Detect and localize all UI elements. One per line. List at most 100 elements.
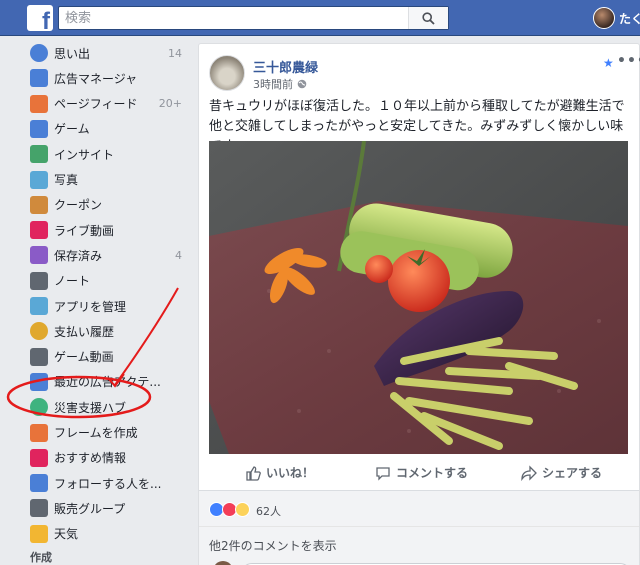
frame-icon	[30, 423, 48, 442]
sidebar-item[interactable]: 写真	[30, 169, 190, 191]
sidebar-item[interactable]: 災害支援ハブ	[30, 396, 190, 418]
reactions-bar[interactable]: 62人	[199, 490, 639, 526]
sidebar-item-label: クーポン	[54, 198, 103, 213]
search-icon	[422, 11, 435, 25]
search-button[interactable]	[408, 7, 448, 29]
view-more-comments-link[interactable]: 他2件のコメントを表示	[209, 537, 337, 554]
photos-icon	[30, 170, 48, 189]
sidebar-item-count: 20+	[158, 97, 182, 111]
sidebar-item[interactable]: 支払い履歴	[30, 320, 190, 342]
sidebar-item-label: アプリを管理	[54, 299, 127, 314]
post-actions: いいね！ コメントする シェアする	[199, 456, 639, 490]
sidebar-item[interactable]: ゲーム動画	[30, 346, 190, 368]
ads-manager-icon	[30, 69, 48, 88]
globe-icon	[297, 79, 307, 89]
live-video-icon	[30, 221, 48, 240]
post-photo[interactable]	[209, 141, 628, 454]
sidebar-item-label: 災害支援ハブ	[54, 400, 127, 415]
reaction-icons	[209, 502, 250, 517]
sidebar-item-label: ページフィード	[54, 97, 138, 112]
news-feed-post: 三十郎農緑 3時間前 ★ ••• 昔キュウリがほぼ復活した。１０年以上前から種取…	[198, 43, 640, 565]
sidebar-item[interactable]: アプリを管理	[30, 295, 190, 317]
sidebar-item[interactable]: クーポン	[30, 194, 190, 216]
sidebar-item[interactable]: ページフィード 20+	[30, 93, 190, 115]
like-label: いいね！	[266, 466, 315, 480]
apps-icon	[30, 297, 48, 315]
more-options-icon[interactable]: •••	[617, 53, 640, 69]
recent-ads-icon	[30, 372, 48, 391]
facebook-logo-icon[interactable]: f	[27, 5, 53, 34]
sidebar-item-label: 天気	[54, 527, 79, 542]
sell-groups-icon	[30, 499, 48, 518]
vegetables-photo	[209, 141, 628, 454]
insights-icon	[30, 145, 48, 164]
top-navigation-bar: f たく	[0, 0, 640, 36]
search-input[interactable]	[59, 7, 409, 29]
sidebar-item-count: 14	[168, 46, 182, 60]
sidebar-item-label: 思い出	[54, 46, 91, 61]
sidebar-item[interactable]: ライブ動画	[30, 219, 190, 241]
sidebar-item[interactable]: 思い出 14	[30, 42, 190, 64]
sidebar-item[interactable]: フレームを作成	[30, 422, 190, 444]
sidebar-item[interactable]: ノート	[30, 270, 190, 292]
sidebar-item-label: 写真	[54, 173, 79, 187]
sidebar-item-label: 広告マネージャ	[54, 71, 138, 86]
pages-feed-icon	[30, 94, 48, 113]
sidebar-item[interactable]: 広告マネージャ	[30, 67, 190, 89]
find-friends-icon	[30, 474, 48, 493]
user-avatar[interactable]	[593, 7, 615, 29]
comment-button[interactable]: コメントする	[375, 464, 468, 481]
reaction-count[interactable]: 62人	[256, 503, 281, 519]
coupons-icon	[30, 195, 48, 214]
search-bar	[58, 6, 449, 30]
game-video-icon	[30, 347, 48, 366]
memories-icon	[30, 44, 48, 62]
share-icon	[521, 464, 537, 481]
sidebar-item[interactable]: フォローする人を...	[30, 472, 190, 494]
sidebar-item-label: 販売グループ	[54, 501, 126, 516]
like-button[interactable]: いいね！	[245, 464, 314, 481]
sidebar-item[interactable]: 最近の広告アクテ...	[30, 371, 190, 393]
sidebar-item-label: ノート	[54, 274, 91, 289]
saved-icon	[30, 246, 48, 265]
star-icon[interactable]: ★	[603, 56, 614, 70]
sidebar-item[interactable]: ゲーム	[30, 118, 190, 140]
games-icon	[30, 119, 48, 138]
sidebar-item-label: フレームを作成	[54, 426, 138, 440]
post-author-avatar[interactable]	[209, 55, 245, 91]
share-button[interactable]: シェアする	[521, 464, 602, 481]
username-link[interactable]: たく	[619, 10, 640, 27]
recommendations-icon	[30, 448, 48, 467]
notes-icon	[30, 271, 48, 290]
sidebar-item[interactable]: インサイト	[30, 143, 190, 165]
sidebar-item-count: 4	[175, 248, 182, 262]
post-author-name[interactable]: 三十郎農緑	[253, 57, 318, 76]
sidebar-item-label: ゲーム動画	[54, 350, 114, 365]
commenter-avatar	[213, 561, 233, 565]
sidebar-item[interactable]: 保存済み 4	[30, 244, 190, 266]
left-sidebar: 作成 思い出 14 広告マネージャ ページフィード 20+ ゲームインサイト写真クーポンラ…	[0, 36, 196, 565]
sidebar-item-label: ライブ動画	[54, 223, 115, 238]
weather-icon	[30, 524, 48, 543]
sidebar-item-label: ゲーム	[54, 122, 90, 137]
comment-label: コメントする	[396, 466, 469, 480]
post-timestamp[interactable]: 3時間前	[253, 76, 307, 92]
sidebar-item-label: 支払い履歴	[54, 324, 115, 339]
thumbs-up-icon	[246, 465, 261, 481]
payment-icon	[30, 322, 48, 341]
sidebar-item[interactable]: 天気	[30, 523, 190, 545]
comments-section: 他2件のコメントを表示	[199, 526, 639, 565]
crisis-response-icon	[30, 398, 48, 417]
section-title-create: 作成	[30, 551, 52, 564]
sidebar-item-label: インサイト	[54, 147, 115, 162]
sidebar-item-label: おすすめ情報	[54, 451, 127, 466]
sidebar-item-label: フォローする人を...	[54, 476, 162, 491]
share-label: シェアする	[542, 466, 603, 480]
sidebar-item[interactable]: 販売グループ	[30, 497, 190, 519]
sidebar-item-label: 保存済み	[54, 248, 103, 263]
comment-icon	[376, 466, 390, 481]
sidebar-item-label: 最近の広告アクテ...	[54, 375, 161, 390]
sidebar-item[interactable]: おすすめ情報	[30, 447, 190, 469]
post-time-text: 3時間前	[253, 78, 293, 91]
wow-reaction-icon	[235, 502, 250, 517]
